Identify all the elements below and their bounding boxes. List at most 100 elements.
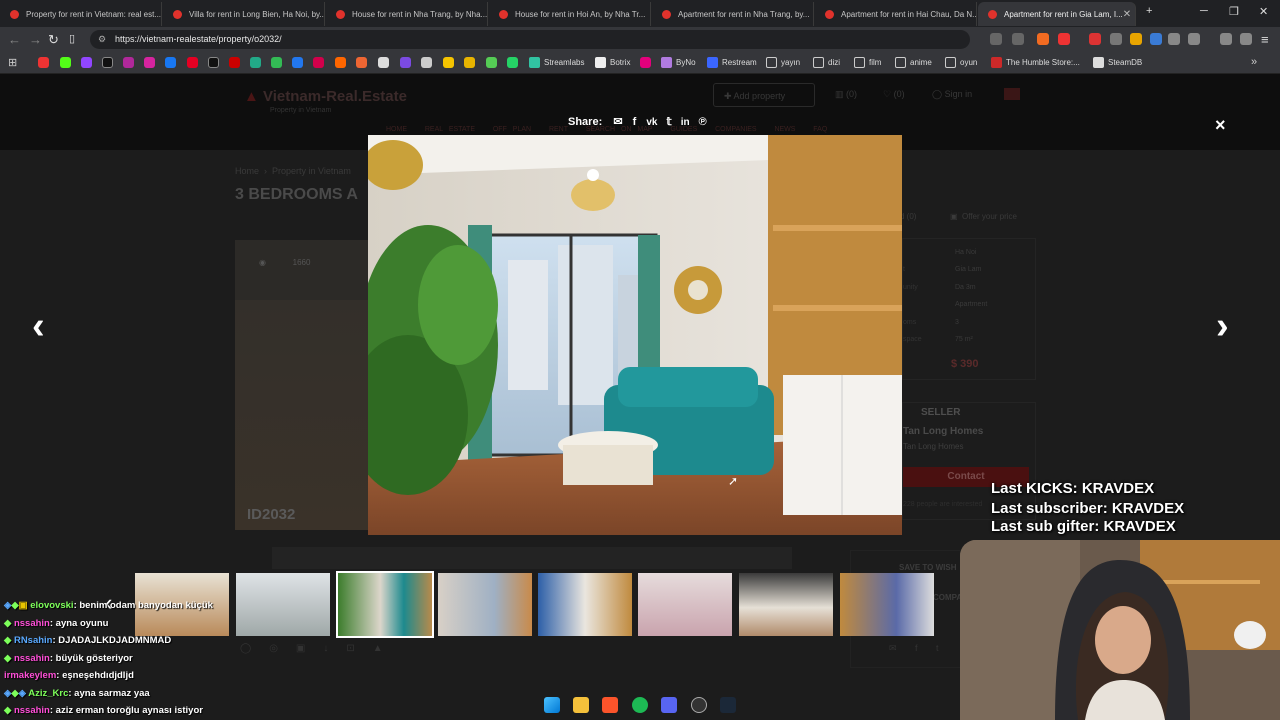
bookmark-icon[interactable] bbox=[378, 57, 389, 68]
add-property-button[interactable]: ✚ Add property bbox=[713, 83, 815, 107]
sidebar-icon[interactable] bbox=[1188, 33, 1200, 45]
pinterest-icon[interactable]: ℗ bbox=[699, 116, 707, 128]
x-icon[interactable] bbox=[102, 57, 113, 68]
translate-icon[interactable] bbox=[990, 33, 1002, 45]
mail-icon[interactable]: ✉ bbox=[613, 116, 622, 128]
share-icon[interactable] bbox=[1012, 33, 1024, 45]
bookmark-icon[interactable]: ▯ bbox=[69, 32, 75, 45]
bookmark-botrix[interactable]: Botrix bbox=[595, 57, 630, 68]
bookmark-icon[interactable] bbox=[313, 57, 324, 68]
bookmark-icon[interactable] bbox=[443, 57, 454, 68]
extension-icon[interactable] bbox=[1110, 33, 1122, 45]
thumbnail[interactable] bbox=[438, 573, 532, 636]
save-to-wishlist[interactable]: SAVE TO WISH bbox=[899, 563, 957, 572]
compare-link[interactable]: COMPA bbox=[933, 593, 962, 602]
minimize-button[interactable]: ─ bbox=[1200, 5, 1208, 17]
next-photo-button[interactable]: › bbox=[1216, 305, 1229, 348]
twitter-icon[interactable]: 𝕥 bbox=[667, 116, 672, 128]
twitch-icon[interactable] bbox=[81, 57, 92, 68]
url-input[interactable]: ⚙ https://vietnam-realestate/property/o2… bbox=[90, 30, 970, 49]
brave-shield-icon[interactable] bbox=[1037, 33, 1049, 45]
breadcrumb-property[interactable]: Property in Vietnam bbox=[272, 166, 351, 176]
whatsapp-icon[interactable] bbox=[507, 57, 518, 68]
thumbnail[interactable] bbox=[236, 573, 330, 636]
forward-button[interactable]: → bbox=[29, 32, 42, 47]
close-window-button[interactable]: ✕ bbox=[1259, 5, 1268, 18]
nav-news[interactable]: NEWS bbox=[774, 126, 795, 133]
bookmark-humble[interactable]: The Humble Store:... bbox=[991, 57, 1080, 68]
favorites-count[interactable]: ♡ (0) bbox=[883, 89, 905, 100]
gmail-icon[interactable] bbox=[1089, 33, 1101, 45]
more-bookmarks-icon[interactable]: » bbox=[1251, 56, 1257, 68]
chat-username[interactable]: nssahin bbox=[14, 705, 50, 716]
tab-4[interactable]: House for rent in Hoi An, by Nha Tr... bbox=[489, 2, 651, 26]
bookmark-folder-yayin[interactable]: yayın bbox=[766, 57, 800, 68]
brave-browser-icon[interactable] bbox=[602, 697, 618, 713]
back-button[interactable]: ← bbox=[8, 32, 21, 47]
bookmark-icon[interactable] bbox=[250, 57, 261, 68]
site-info-icon[interactable]: ⚙ bbox=[98, 34, 106, 45]
thumbnail[interactable] bbox=[638, 573, 732, 636]
lightbox-photo[interactable] bbox=[368, 135, 902, 535]
seller-name[interactable]: Tan Long Homes bbox=[903, 426, 983, 437]
facebook-icon[interactable] bbox=[165, 57, 176, 68]
tab-3[interactable]: House for rent in Nha Trang, by Nha... bbox=[326, 2, 488, 26]
bookmark-icon[interactable] bbox=[356, 57, 367, 68]
tab-active[interactable]: Apartment for rent in Gia Lam, I... ✕ bbox=[978, 2, 1136, 26]
bookmark-icon[interactable] bbox=[464, 57, 475, 68]
chat-username[interactable]: elovovski bbox=[30, 600, 73, 611]
breadcrumb-home[interactable]: Home bbox=[235, 166, 259, 176]
compare-count[interactable]: ▥ (0) bbox=[835, 89, 857, 100]
new-tab-button[interactable]: + bbox=[1146, 5, 1152, 17]
file-explorer-icon[interactable] bbox=[573, 697, 589, 713]
bookmark-folder-film[interactable]: film bbox=[854, 57, 881, 68]
main-photo-dimmed[interactable]: ◉ 1660 ID2032 bbox=[235, 240, 368, 530]
nav-companies[interactable]: COMPANIES bbox=[715, 126, 757, 133]
obs-icon[interactable] bbox=[691, 697, 707, 713]
bookmark-icon[interactable] bbox=[640, 57, 651, 68]
bookmark-restream[interactable]: Restream bbox=[707, 57, 757, 68]
facebook-icon[interactable]: f bbox=[633, 116, 637, 128]
bookmark-folder-dizi[interactable]: dizi bbox=[813, 57, 840, 68]
nav-home[interactable]: HOME bbox=[386, 126, 407, 133]
youtube-icon[interactable] bbox=[38, 57, 49, 68]
tab-1[interactable]: Property for rent in Vietnam: real est..… bbox=[0, 2, 162, 26]
close-lightbox-button[interactable]: × bbox=[1215, 115, 1226, 136]
bookmark-steamdb[interactable]: SteamDB bbox=[1093, 57, 1142, 68]
brave-rewards-icon[interactable] bbox=[1058, 33, 1070, 45]
chat-username[interactable]: nssahin bbox=[14, 653, 50, 664]
spotify-icon[interactable] bbox=[632, 697, 648, 713]
bookmark-folder-oyun[interactable]: oyun bbox=[945, 57, 977, 68]
start-windows-icon[interactable] bbox=[544, 697, 560, 713]
close-tab-icon[interactable]: ✕ bbox=[1123, 9, 1131, 20]
bookmark-icon[interactable] bbox=[400, 57, 411, 68]
tiktok-icon[interactable] bbox=[208, 57, 219, 68]
sign-in-link[interactable]: ◯ Sign in bbox=[932, 89, 972, 100]
thumbnail[interactable] bbox=[840, 573, 934, 636]
extension-icon[interactable] bbox=[1130, 33, 1142, 45]
discord-icon[interactable] bbox=[661, 697, 677, 713]
maximize-button[interactable]: ❐ bbox=[1229, 5, 1239, 18]
linkedin-icon[interactable]: in bbox=[681, 117, 690, 128]
nav-real-estate[interactable]: REAL ESTATE bbox=[425, 126, 475, 133]
bookmark-icon[interactable] bbox=[292, 57, 303, 68]
tab-2[interactable]: Villa for rent in Long Bien, Ha Noi, by.… bbox=[163, 2, 325, 26]
thumbnail-active[interactable] bbox=[336, 571, 434, 638]
previous-photo-button[interactable]: ‹ bbox=[32, 305, 45, 348]
vk-icon[interactable]: vk bbox=[646, 117, 657, 128]
nav-off-plan[interactable]: OFF PLAN bbox=[493, 126, 531, 133]
bookmark-streamlabs[interactable]: Streamlabs bbox=[529, 57, 584, 68]
extension-icon[interactable] bbox=[1150, 33, 1162, 45]
chat-username[interactable]: RNsahin bbox=[14, 635, 53, 646]
nav-faq[interactable]: FAQ bbox=[813, 126, 827, 133]
chat-username[interactable]: nssahin bbox=[14, 618, 50, 629]
chat-username[interactable]: irmakeylem bbox=[4, 670, 56, 681]
steam-icon[interactable] bbox=[720, 697, 736, 713]
bookmark-icon[interactable] bbox=[335, 57, 346, 68]
offer-price-link[interactable]: ▣ Offer your price bbox=[950, 212, 1017, 221]
bookmark-icon[interactable] bbox=[123, 57, 134, 68]
wallet-icon[interactable] bbox=[1240, 33, 1252, 45]
pinterest-icon[interactable] bbox=[187, 57, 198, 68]
bookmark-icon[interactable] bbox=[229, 57, 240, 68]
seller-company[interactable]: Tan Long Homes bbox=[903, 442, 963, 451]
